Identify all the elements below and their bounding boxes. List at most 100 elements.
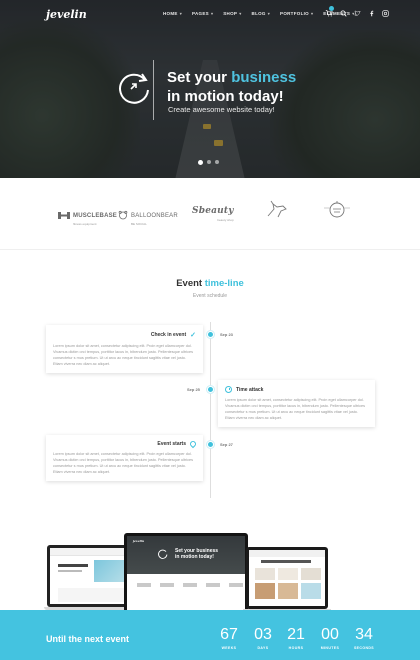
mini-brand-logo (160, 583, 174, 587)
brand-horse-logo[interactable] (265, 200, 289, 220)
mini-product (255, 568, 275, 580)
tablet-mockup-right (246, 547, 328, 609)
countdown-hours: 21 HOURS (279, 626, 313, 650)
nav-blog[interactable]: BLOG ▾ (252, 11, 271, 16)
slider-pagination (198, 159, 219, 165)
countdown-bar: Until the next event 67 WEEKS 03 DAYS 21… (0, 610, 420, 660)
timeline-line (210, 322, 211, 498)
nav-portfolio[interactable]: PORTFOLIO ▾ (280, 11, 313, 16)
hero-subtitle: Create awesome website today! (168, 105, 275, 114)
laptop-mockup-left (47, 545, 132, 607)
laptop-screen (50, 548, 129, 604)
timeline-card-time-attack[interactable]: Time attack Lorem ipsum dolor sit amet, … (218, 380, 375, 427)
brand-name: MUSCLEBASE (73, 213, 118, 219)
brand-logos-strip: MUSCLEBASE fitness equipment BALLOONBEAR B… (0, 178, 420, 250)
refresh-arrow-icon (115, 68, 155, 108)
clock-icon (225, 386, 232, 393)
pin-icon (188, 439, 198, 449)
timeline-card-header: Time attack (225, 386, 368, 393)
mini-brand-logo (137, 583, 151, 587)
hero-divider (153, 60, 154, 120)
tablet-screen (249, 550, 325, 606)
timeline-card-check-in[interactable]: Check in event ✓ Lorem ipsum dolor sit a… (46, 325, 203, 373)
mini-title-line2: in motion today! (175, 554, 214, 560)
mini-brand-logo (229, 583, 243, 587)
timeline-card-title: Time attack (236, 386, 264, 393)
event-title-accent: time-line (204, 278, 244, 289)
brand-tagline: BE SOCIAL (131, 222, 147, 226)
countdown-title: Until the next event (46, 634, 130, 644)
countdown-minutes: 00 MINUTES (313, 626, 347, 650)
refresh-arrow-icon (158, 549, 168, 559)
cart-icon[interactable] (325, 6, 334, 17)
nav-home-label: HOME (163, 11, 178, 16)
slider-dot[interactable] (215, 160, 219, 164)
mini-heading (58, 564, 88, 567)
horse-icon (267, 200, 287, 218)
mini-hero-title: Set your business in motion today! (175, 548, 218, 560)
mini-product (301, 568, 321, 580)
mini-content (58, 588, 128, 602)
nav-pages-label: PAGES (192, 11, 209, 16)
mini-product (278, 568, 298, 580)
hero-title-accent: business (231, 69, 297, 86)
brand-sbeauty-logo[interactable]: Sbeauty beauty shop (192, 200, 234, 222)
site-logo[interactable]: jevelin (46, 8, 87, 21)
mini-heading (261, 560, 311, 563)
nav-blog-label: BLOG (251, 11, 266, 16)
countdown-label: DAYS (257, 646, 269, 650)
countdown-value: 67 (220, 626, 238, 643)
hero-slider: jevelin HOME ▾ PAGES ▾ SHOP ▾ BLOG ▾ PORTFOL… (0, 0, 420, 178)
facebook-icon[interactable] (367, 9, 375, 17)
hero-title-line2: in motion today! (167, 88, 284, 105)
twitter-icon[interactable] (353, 9, 361, 17)
page: jevelin HOME ▾ PAGES ▾ SHOP ▾ BLOG ▾ PORTFOL… (0, 0, 420, 660)
timeline-card-text: Lorem ipsum dolor sit amet, consectetur … (53, 344, 194, 366)
brand-balloonbear-logo[interactable]: BALLOONBEAR BE SOCIAL (118, 204, 178, 226)
mini-product (278, 583, 298, 599)
countdown-value: 34 (355, 626, 373, 643)
nav-home[interactable]: HOME ▾ (163, 11, 182, 16)
countdown-value: 00 (321, 626, 339, 643)
countdown-value: 21 (287, 626, 305, 643)
timeline-date: Sep 23 (220, 332, 233, 337)
hero-title-prefix: Set your (167, 69, 232, 86)
countdown-seconds: 34 SECONDS (347, 626, 381, 650)
timeline-node (207, 386, 214, 393)
check-icon: ✓ (190, 332, 196, 339)
brand-name: Sbeauty (192, 206, 234, 216)
bear-icon (118, 210, 128, 220)
mini-brand-logo (206, 583, 220, 587)
instagram-icon[interactable] (381, 9, 389, 17)
mini-header (50, 548, 129, 556)
timeline-card-event-starts[interactable]: Event starts Lorem ipsum dolor sit amet,… (46, 435, 203, 481)
timeline-node (207, 441, 214, 448)
countdown-label: HOURS (288, 646, 304, 650)
countdown-value: 03 (254, 626, 272, 643)
timeline-card-header: Event starts (53, 439, 198, 449)
brand-tagline: beauty shop (217, 218, 234, 222)
slider-dot[interactable] (207, 160, 211, 164)
cart-count-badge (329, 6, 334, 11)
slider-dot-active[interactable] (198, 159, 203, 165)
brand-tagline: fitness equipment (73, 222, 97, 226)
nav-pages[interactable]: PAGES ▾ (192, 11, 213, 16)
chevron-down-icon: ▾ (179, 11, 183, 16)
brand-name: BALLOONBEAR (131, 213, 178, 219)
search-icon[interactable] (339, 9, 347, 17)
event-section-title: Event time-line (0, 278, 420, 289)
timeline-date: Sep 25 (187, 387, 200, 392)
dumbbell-icon (58, 211, 70, 219)
nav-shop[interactable]: SHOP ▾ (223, 11, 241, 16)
timeline-card-text: Lorem ipsum dolor sit amet, consectetur … (225, 398, 366, 420)
brand-musclebase-logo[interactable]: MUSCLEBASE fitness equipment (58, 204, 117, 226)
countdown-label: WEEKS (221, 646, 237, 650)
countdown-label: SECONDS (353, 646, 375, 650)
event-title-prefix: Event (176, 278, 205, 289)
monitor-screen: jevelin Set your business in motion toda… (127, 536, 245, 612)
timeline-card-header: Check in event ✓ (53, 331, 196, 339)
mini-product (255, 583, 275, 599)
brand-hotfries-logo[interactable] (322, 198, 352, 222)
chevron-down-icon: ▾ (310, 11, 314, 16)
fries-emblem-icon (324, 201, 350, 218)
